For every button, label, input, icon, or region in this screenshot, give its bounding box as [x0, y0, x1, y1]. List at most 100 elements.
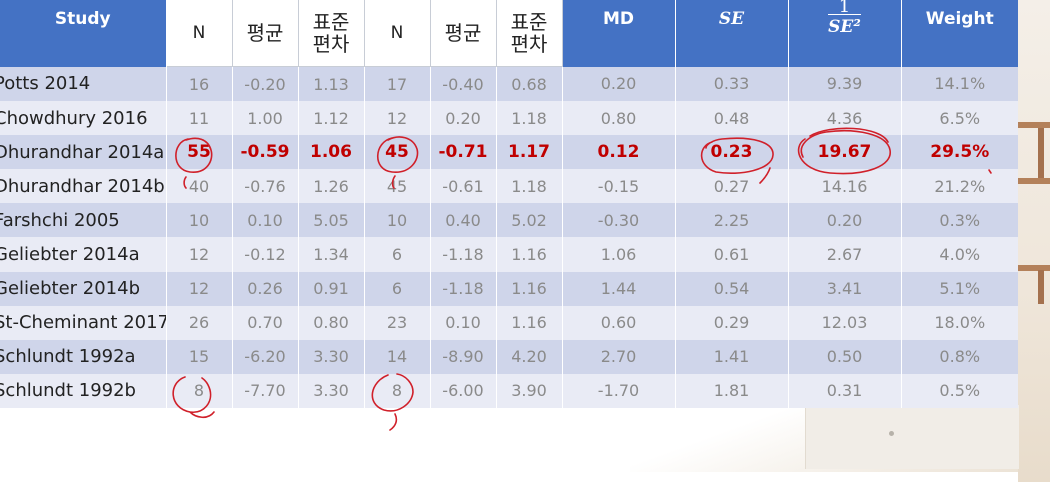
- cell-inv: 2.67: [788, 237, 902, 272]
- col-header-study: Study: [0, 0, 167, 67]
- cell-md: -1.70: [562, 373, 676, 408]
- cell-sd1: 1.26: [298, 169, 365, 204]
- cell-w: 21.2%: [901, 169, 1018, 204]
- cell-sd1: 1.12: [298, 101, 365, 136]
- cell-study: Dhurandhar 2014b: [0, 169, 167, 204]
- cell-se: 0.29: [675, 305, 789, 340]
- cell-m2: -6.00: [430, 373, 497, 408]
- cell-sd2: 1.17: [496, 135, 563, 170]
- col-header-mean1: 평균: [231, 0, 299, 67]
- cabinet-knob: [889, 431, 894, 436]
- cell-n1: 11: [166, 101, 233, 136]
- cell-se: 1.41: [675, 339, 789, 374]
- cell-md: 0.60: [562, 305, 676, 340]
- col-header-sd1: 표준 편차: [297, 0, 365, 67]
- cell-m1: -0.59: [232, 135, 299, 170]
- cell-w: 0.3%: [901, 203, 1018, 238]
- cell-se: 0.27: [675, 169, 789, 204]
- cell-n2: 12: [364, 101, 431, 136]
- table-body: Potts 2014 16 -0.20 1.13 17 -0.40 0.68 0.20 0.33…: [0, 66, 1018, 408]
- cell-sd2: 0.68: [496, 66, 563, 102]
- cell-n2: 45: [364, 135, 431, 170]
- cell-study: Geliebter 2014a: [0, 237, 167, 272]
- cell-m1: -7.70: [232, 373, 299, 408]
- col-header-inverse-variance: 1 SE²: [788, 0, 902, 67]
- cell-m2: -0.40: [430, 66, 497, 102]
- cell-m1: 0.10: [232, 203, 299, 238]
- cell-n2: 14: [364, 339, 431, 374]
- cell-md: 0.80: [562, 101, 676, 136]
- cell-sd2: 1.18: [496, 101, 563, 136]
- cell-m2: 0.10: [430, 305, 497, 340]
- cell-inv: 0.20: [788, 203, 902, 238]
- cell-inv: 3.41: [788, 271, 902, 306]
- cell-w: 14.1%: [901, 66, 1018, 102]
- cell-se: 0.23: [675, 135, 789, 170]
- cell-sd2: 3.90: [496, 373, 563, 408]
- table-row: Farshchi 2005 10 0.10 5.05 10 0.40 5.02 -0.30 2.…: [0, 203, 1018, 238]
- cell-n2: 10: [364, 203, 431, 238]
- cell-study: Chowdhury 2016: [0, 101, 167, 136]
- cell-md: 0.20: [562, 66, 676, 102]
- cell-sd1: 1.06: [298, 135, 365, 170]
- cell-m2: 0.20: [430, 101, 497, 136]
- shelf-post: [1038, 270, 1044, 304]
- cell-n2: 6: [364, 271, 431, 306]
- cell-n2: 17: [364, 66, 431, 102]
- cell-se: 1.81: [675, 373, 789, 408]
- cell-inv: 0.31: [788, 373, 902, 408]
- shelf-post: [1038, 128, 1044, 178]
- cell-n1: 8: [166, 373, 233, 408]
- col-header-md: MD: [562, 0, 676, 67]
- cell-sd2: 4.20: [496, 339, 563, 374]
- cell-se: 2.25: [675, 203, 789, 238]
- cell-n1: 12: [166, 271, 233, 306]
- table-row: Geliebter 2014b 12 0.26 0.91 6 -1.18 1.16 1.44 0…: [0, 271, 1018, 306]
- shelf: [1018, 178, 1050, 184]
- cell-sd2: 1.16: [496, 305, 563, 340]
- cell-md: -0.15: [562, 169, 676, 204]
- table-row: Potts 2014 16 -0.20 1.13 17 -0.40 0.68 0.20 0.33…: [0, 66, 1018, 102]
- cell-sd1: 1.34: [298, 237, 365, 272]
- cell-study: Schlundt 1992a: [0, 339, 167, 374]
- cell-m2: -0.61: [430, 169, 497, 204]
- cell-md: 2.70: [562, 339, 676, 374]
- cell-n1: 15: [166, 339, 233, 374]
- table-row: Schlundt 1992a 15 -6.20 3.30 14 -8.90 4.20 2.70…: [0, 339, 1018, 374]
- cell-m2: 0.40: [430, 203, 497, 238]
- cell-w: 0.8%: [901, 339, 1018, 374]
- cell-sd1: 0.80: [298, 305, 365, 340]
- cell-study: Geliebter 2014b: [0, 271, 167, 306]
- cell-se: 0.61: [675, 237, 789, 272]
- cell-m1: -0.76: [232, 169, 299, 204]
- cell-w: 18.0%: [901, 305, 1018, 340]
- cell-m1: 0.70: [232, 305, 299, 340]
- cell-study: Dhurandhar 2014a: [0, 135, 167, 170]
- cell-sd1: 5.05: [298, 203, 365, 238]
- cell-w: 4.0%: [901, 237, 1018, 272]
- cell-inv: 12.03: [788, 305, 902, 340]
- cell-se: 0.54: [675, 271, 789, 306]
- cell-md: 1.44: [562, 271, 676, 306]
- cell-md: 0.12: [562, 135, 676, 170]
- col-header-n1: N: [165, 0, 233, 67]
- cell-study: Schlundt 1992b: [0, 373, 167, 408]
- cell-inv: 4.36: [788, 101, 902, 136]
- cell-m2: -1.18: [430, 237, 497, 272]
- cell-m1: -0.12: [232, 237, 299, 272]
- cell-m1: 1.00: [232, 101, 299, 136]
- table-row: Schlundt 1992b 8 -7.70 3.30 8 -6.00 3.90 -1.70 1…: [0, 373, 1018, 408]
- cell-sd2: 1.16: [496, 237, 563, 272]
- cell-n1: 16: [166, 66, 233, 102]
- col-header-n2: N: [363, 0, 431, 67]
- cell-study: Potts 2014: [0, 66, 167, 102]
- cell-sd2: 5.02: [496, 203, 563, 238]
- cell-md: 1.06: [562, 237, 676, 272]
- cell-se: 0.48: [675, 101, 789, 136]
- cell-n1: 55: [166, 135, 233, 170]
- cell-study: St-Cheminant 2017: [0, 305, 167, 340]
- cell-m2: -1.18: [430, 271, 497, 306]
- table-row: St-Cheminant 2017 26 0.70 0.80 23 0.10 1.16 0.6…: [0, 305, 1018, 340]
- table-row: Dhurandhar 2014b 40 -0.76 1.26 45 -0.61 1.18 -0…: [0, 169, 1018, 204]
- cell-sd1: 0.91: [298, 271, 365, 306]
